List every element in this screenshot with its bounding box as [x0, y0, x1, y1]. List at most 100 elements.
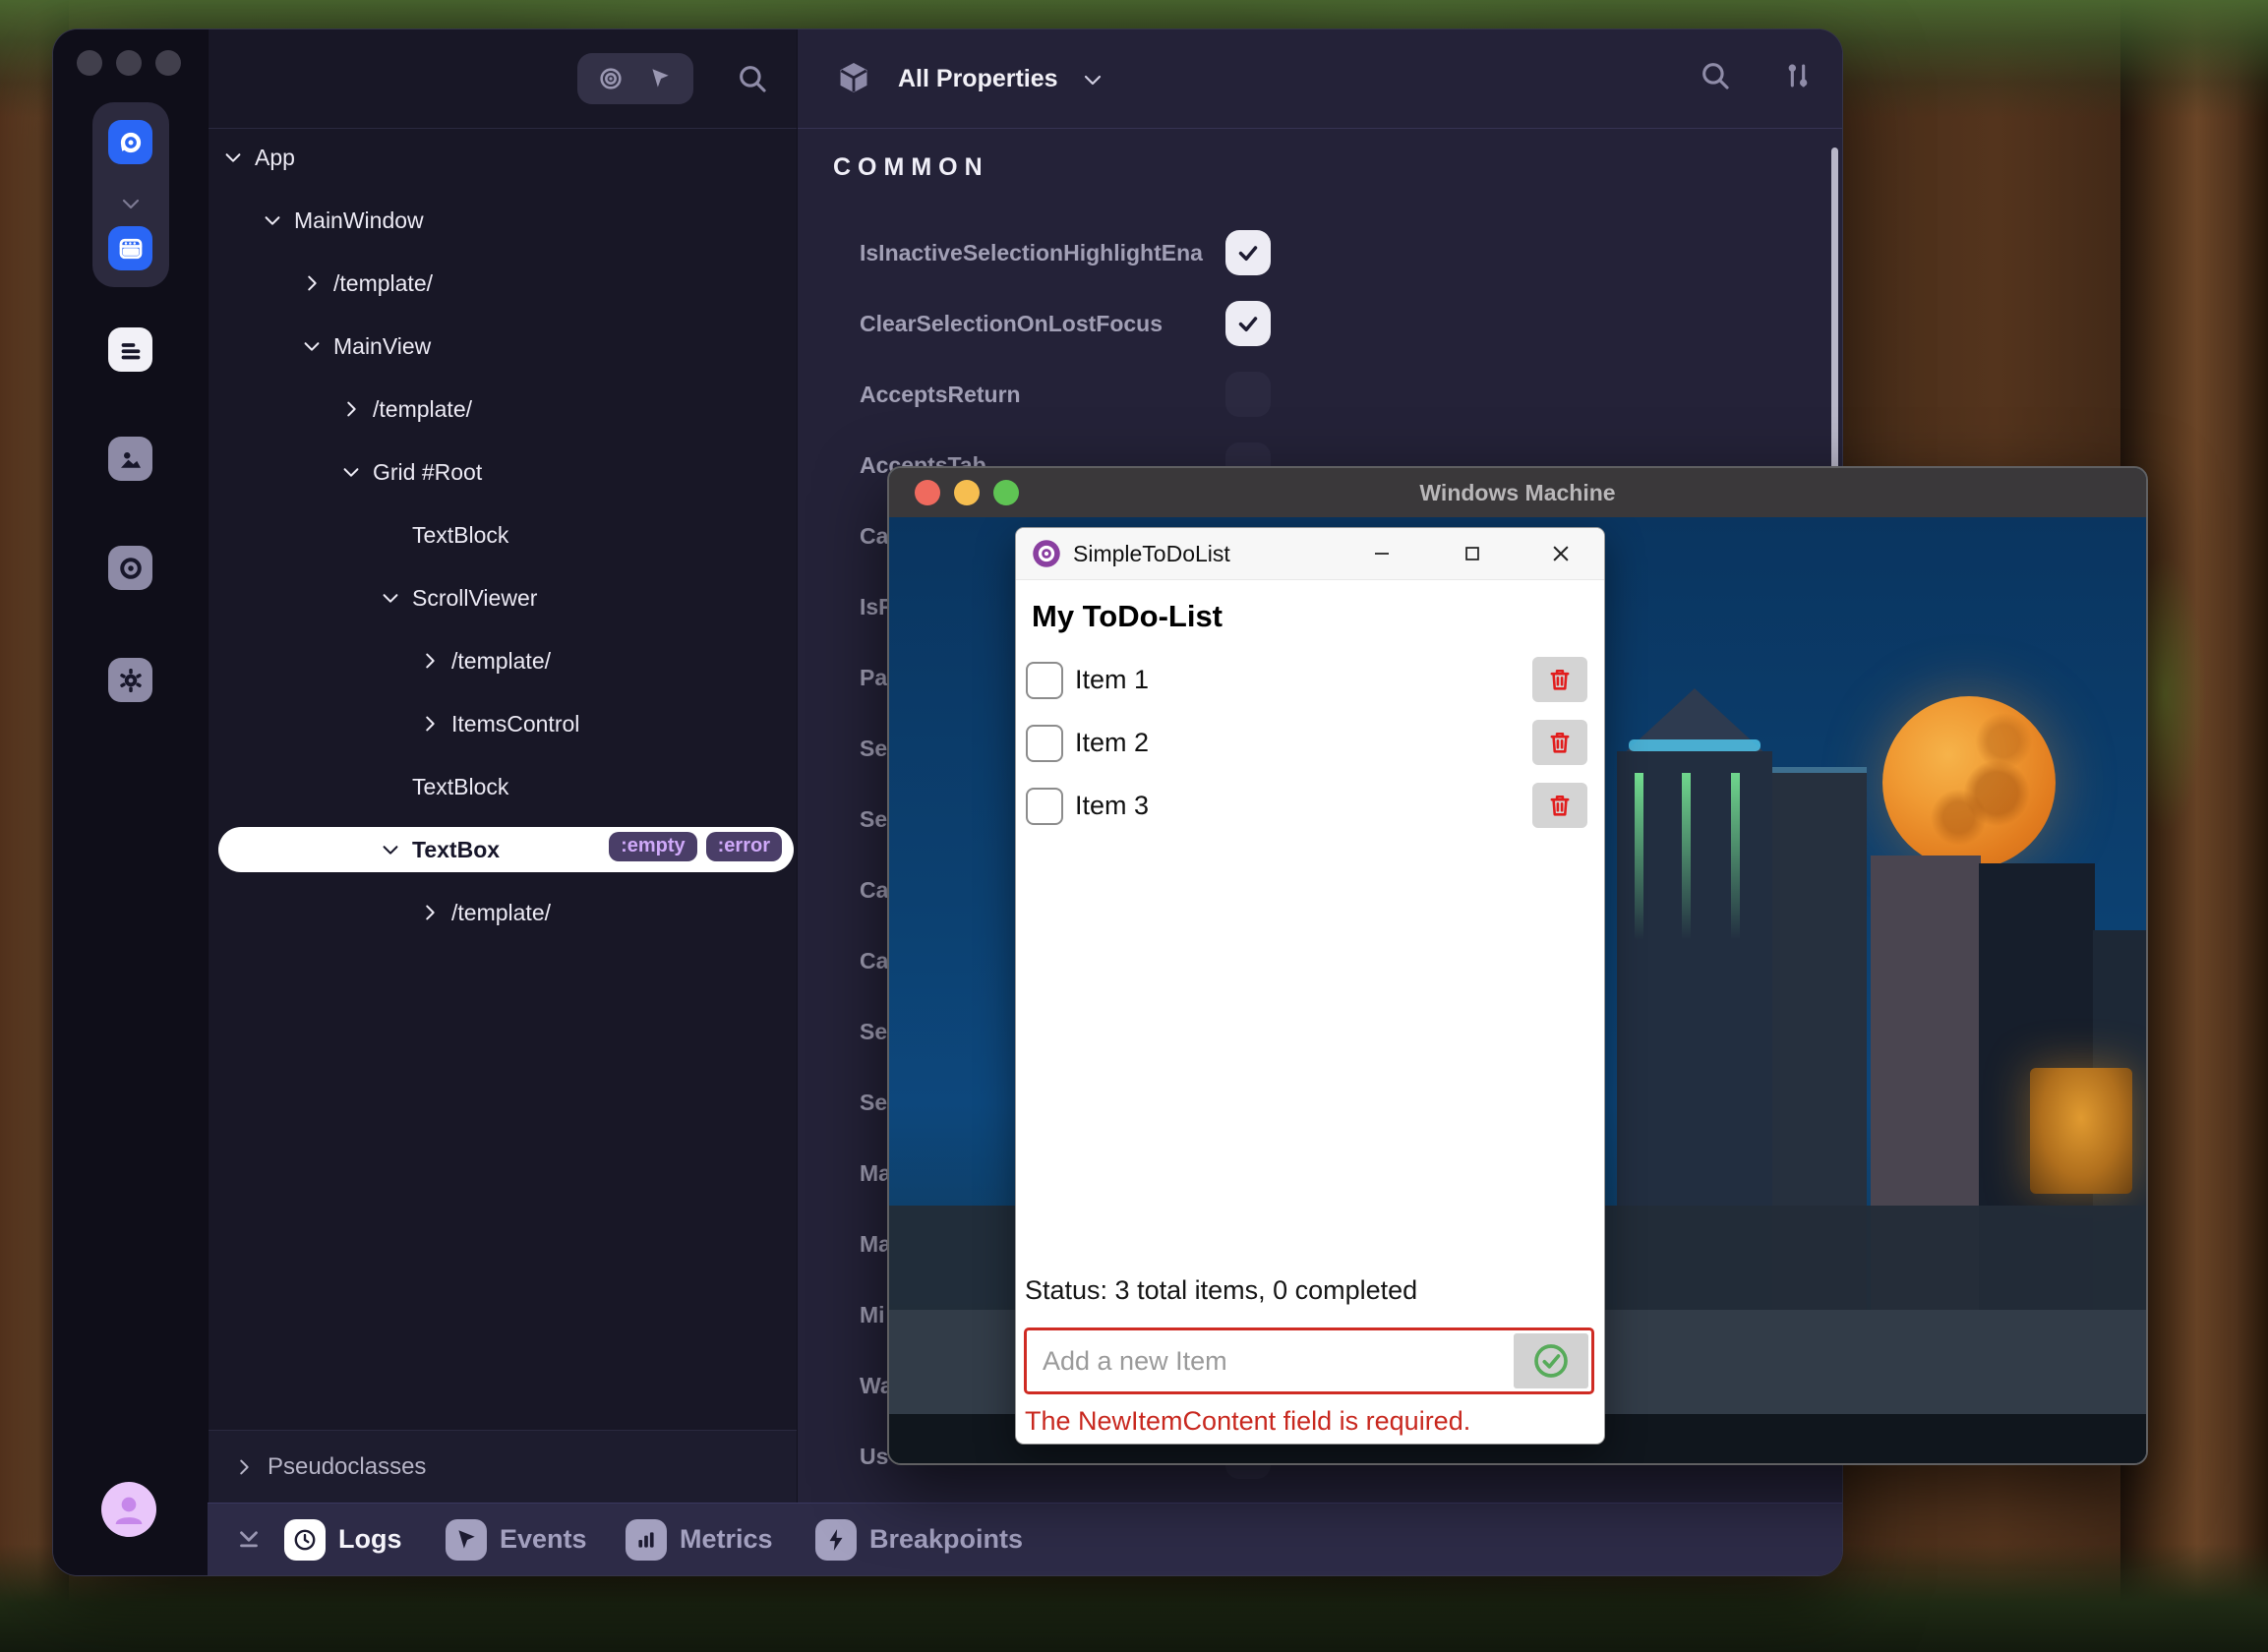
tree-node-label: TextBox: [412, 837, 500, 863]
tree-node-textbox[interactable]: TextBox :empty:error: [209, 818, 798, 881]
list-icon[interactable]: [108, 327, 152, 372]
chevron-down-icon[interactable]: [108, 193, 152, 214]
tree-node-mainview[interactable]: MainView: [209, 315, 798, 378]
visual-tree-panel: App MainWindow/template/MainView/template…: [208, 30, 798, 1504]
todo-item-label: Item 3: [1075, 774, 1149, 837]
todo-app-titlebar[interactable]: SimpleToDoList: [1016, 528, 1604, 580]
tree-node-label: /template/: [451, 648, 551, 675]
vm-window-title: Windows Machine: [889, 468, 2146, 517]
lightning-icon: [815, 1519, 857, 1561]
chevron-down-icon[interactable]: [300, 334, 324, 358]
property-label: ClearSelectionOnLostFocus: [860, 311, 1225, 337]
tree-node-grid-root[interactable]: Grid #Root: [209, 441, 798, 503]
pseudoclass-badges: :empty:error: [609, 832, 782, 861]
image-icon[interactable]: [108, 437, 152, 481]
chevron-right-icon[interactable]: [418, 712, 442, 736]
todo-item-label: Item 1: [1075, 648, 1149, 711]
tab-logs[interactable]: Logs: [284, 1504, 402, 1575]
tree-node-mainwindow[interactable]: MainWindow: [209, 189, 798, 252]
tree-node-textblock[interactable]: TextBlock: [209, 503, 798, 566]
app-window-icon[interactable]: [108, 226, 152, 270]
user-avatar[interactable]: [101, 1482, 156, 1537]
lens-icon[interactable]: [108, 546, 152, 590]
vm-zoom-button[interactable]: [993, 480, 1019, 505]
tree-node--template-[interactable]: /template/: [209, 378, 798, 441]
sliders-icon[interactable]: [1781, 59, 1820, 98]
vm-minimize-button[interactable]: [954, 480, 980, 505]
app-logo-icon: [1032, 539, 1061, 568]
todo-item-row: Item 2: [1016, 711, 1604, 774]
window-close-button[interactable]: [77, 50, 102, 76]
todo-item-row: Item 3: [1016, 774, 1604, 837]
todo-checkbox[interactable]: [1026, 662, 1063, 699]
vm-titlebar[interactable]: Windows Machine: [889, 468, 2146, 518]
delete-item-button[interactable]: [1532, 783, 1587, 828]
avalonia-logo-icon[interactable]: [108, 120, 152, 164]
vm-close-button[interactable]: [915, 480, 940, 505]
tree-node--template-[interactable]: /template/: [209, 629, 798, 692]
chevron-right-icon[interactable]: [300, 271, 324, 295]
tree-node-label: App: [255, 145, 295, 171]
tree-tool-pill: [577, 53, 693, 104]
chevron-down-icon[interactable]: [379, 838, 402, 861]
pseudoclass-badge: :empty: [609, 832, 697, 861]
chevron-down-icon[interactable]: [379, 586, 402, 610]
search-icon[interactable]: [733, 59, 772, 98]
cursor-arrow-icon: [446, 1519, 487, 1561]
pseudoclasses-row[interactable]: Pseudoclasses: [209, 1430, 798, 1504]
gear-icon[interactable]: [108, 658, 152, 702]
search-icon[interactable]: [1699, 59, 1738, 98]
tab-label: Metrics: [680, 1524, 773, 1555]
new-item-input[interactable]: [1027, 1330, 1515, 1391]
building-light-band: [1629, 739, 1761, 751]
property-checkbox-unchecked[interactable]: [1225, 372, 1271, 417]
chevron-right-icon: [232, 1455, 256, 1479]
chevron-down-icon[interactable]: [339, 460, 363, 484]
tab-label: Events: [500, 1524, 587, 1555]
chevron-right-icon[interactable]: [339, 397, 363, 421]
tree-node--template-[interactable]: /template/: [209, 881, 798, 944]
tree-node-label: MainView: [333, 333, 431, 360]
window-minimize-button[interactable]: [116, 50, 142, 76]
tree-node-scrollviewer[interactable]: ScrollViewer: [209, 566, 798, 629]
window-zoom-button[interactable]: [155, 50, 181, 76]
todo-app-window: SimpleToDoList My ToDo-List Item 1Item 2…: [1015, 527, 1605, 1445]
target-icon[interactable]: [594, 62, 627, 95]
todo-checkbox[interactable]: [1026, 788, 1063, 825]
tree-node-textblock[interactable]: TextBlock: [209, 755, 798, 818]
vm-window: Windows Machine: [887, 466, 2148, 1465]
app-close-button[interactable]: [1529, 528, 1592, 579]
vm-desktop: SimpleToDoList My ToDo-List Item 1Item 2…: [889, 517, 2146, 1463]
tree-node--template-[interactable]: /template/: [209, 252, 798, 315]
app-maximize-button[interactable]: [1441, 528, 1504, 579]
pseudoclasses-label: Pseudoclasses: [268, 1453, 426, 1481]
property-checkbox-checked[interactable]: [1225, 230, 1271, 275]
chevron-down-icon[interactable]: [221, 146, 245, 169]
delete-item-button[interactable]: [1532, 657, 1587, 702]
chevron-right-icon[interactable]: [418, 649, 442, 673]
chevron-down-icon[interactable]: [1081, 68, 1104, 91]
tab-events[interactable]: Events: [446, 1504, 587, 1575]
building-amber-glow: [2030, 1068, 2132, 1194]
property-checkbox-checked[interactable]: [1225, 301, 1271, 346]
chevron-spacer: [379, 775, 402, 798]
add-item-button[interactable]: [1514, 1333, 1588, 1388]
tree-node-app[interactable]: App: [209, 126, 798, 189]
tree-node-itemscontrol[interactable]: ItemsControl: [209, 692, 798, 755]
tab-metrics[interactable]: Metrics: [626, 1504, 773, 1575]
dock-bottom-icon[interactable]: [231, 1521, 267, 1557]
property-row: ClearSelectionOnLostFocus: [798, 288, 1843, 359]
properties-filter-dropdown[interactable]: All Properties: [898, 30, 1058, 128]
chevron-down-icon[interactable]: [261, 208, 284, 232]
app-minimize-button[interactable]: [1350, 528, 1413, 579]
cursor-arrow-icon[interactable]: [643, 62, 677, 95]
todo-list-heading: My ToDo-List: [1032, 599, 1223, 634]
tab-breakpoints[interactable]: Breakpoints: [815, 1504, 1023, 1575]
tab-label: Logs: [338, 1524, 402, 1555]
screen: App MainWindow/template/MainView/template…: [0, 0, 2268, 1652]
tree-node-label: /template/: [451, 900, 551, 926]
chevron-right-icon[interactable]: [418, 901, 442, 924]
todo-checkbox[interactable]: [1026, 725, 1063, 762]
cube-icon: [835, 59, 874, 98]
delete-item-button[interactable]: [1532, 720, 1587, 765]
